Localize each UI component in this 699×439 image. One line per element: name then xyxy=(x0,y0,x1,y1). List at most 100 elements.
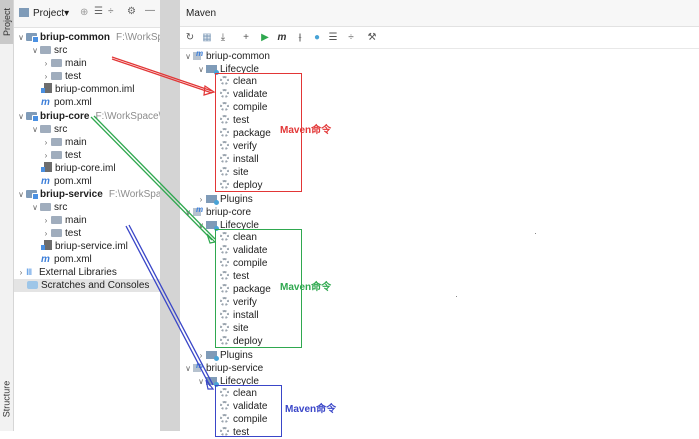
project-title: Project xyxy=(33,8,65,19)
tree-item-test[interactable]: › test xyxy=(41,227,81,240)
download-icon[interactable]: ⤓ xyxy=(217,32,229,44)
tree-item-label: pom.xml xyxy=(54,254,92,265)
annotation-label-red: Maven命令 xyxy=(280,125,332,136)
tree-item-label: briup-core xyxy=(40,111,90,122)
chevron-down-icon[interactable]: ∨ xyxy=(30,123,40,136)
tree-item-test[interactable]: › test xyxy=(41,70,81,83)
folder-icon xyxy=(51,59,62,67)
maven-module-label: briup-service xyxy=(206,363,264,374)
lifecycle-icon xyxy=(206,377,219,387)
run-icon[interactable]: ▶ xyxy=(259,32,271,44)
tree-item-label: briup-common.iml xyxy=(55,84,135,95)
chevron-down-icon[interactable]: ∨ xyxy=(183,362,193,375)
project-view-selector[interactable]: Project▾ xyxy=(33,8,69,19)
structure-tool-tab[interactable]: Structure xyxy=(0,370,13,428)
stray-dot xyxy=(535,233,536,234)
chevron-down-icon[interactable]: ∨ xyxy=(30,201,40,214)
panel-divider[interactable] xyxy=(160,0,180,431)
gear-icon[interactable]: ⚙ xyxy=(127,6,136,17)
tree-item-iml[interactable]: briup-core.iml xyxy=(41,162,116,175)
tree-item-pom[interactable]: m pom.xml xyxy=(41,253,92,266)
show-dependencies-icon[interactable]: ☰ xyxy=(327,32,339,44)
maven-file-icon: m xyxy=(41,254,50,265)
tree-item-label: main xyxy=(65,215,87,226)
tool-window-stripe: Project Structure xyxy=(0,0,14,431)
tree-item-briup-common[interactable]: ∨ briup-common F:\WorkSpac xyxy=(16,31,160,44)
chevron-down-icon[interactable]: ∨ xyxy=(16,31,26,44)
module-path: F:\WorkSpace xyxy=(108,189,160,200)
collapse-all-icon[interactable]: ☰ xyxy=(94,6,103,17)
tree-item-external-libraries[interactable]: › Ⅲ External Libraries xyxy=(16,266,117,279)
plugins-icon xyxy=(206,351,219,361)
chevron-right-icon[interactable]: › xyxy=(41,136,51,149)
project-tool-tab[interactable]: Project xyxy=(0,0,13,44)
collapse-all-icon[interactable]: ÷ xyxy=(345,32,357,44)
tree-item-pom[interactable]: m pom.xml xyxy=(41,175,92,188)
chevron-down-icon[interactable]: ∨ xyxy=(183,50,193,63)
tree-item-scratches[interactable]: Scratches and Consoles xyxy=(14,279,160,292)
module-folder-icon xyxy=(26,112,39,122)
tree-item-test[interactable]: › test xyxy=(41,149,81,162)
annotation-box-blue xyxy=(215,385,282,437)
chevron-right-icon[interactable]: › xyxy=(41,227,51,240)
chevron-down-icon[interactable]: ∨ xyxy=(30,44,40,57)
tree-item-label: main xyxy=(65,137,87,148)
maven-toolbar: ↻ ▦ ⤓ + ▶ m ⫲ ● ☰ ÷ ⚒ xyxy=(180,28,699,49)
tree-item-iml[interactable]: briup-common.iml xyxy=(41,83,135,96)
chevron-down-icon[interactable]: ∨ xyxy=(16,110,26,123)
chevron-right-icon[interactable]: › xyxy=(16,266,26,279)
lifecycle-icon xyxy=(206,65,219,75)
expand-icon[interactable]: ÷ xyxy=(108,6,114,17)
maven-module-icon xyxy=(193,203,203,216)
maven-module-icon xyxy=(193,47,203,60)
iml-file-icon xyxy=(41,240,52,250)
chevron-right-icon[interactable]: › xyxy=(41,70,51,83)
tree-item-briup-service[interactable]: ∨ briup-service F:\WorkSpace xyxy=(16,188,160,201)
maven-module-briup-service[interactable]: ∨ briup-service xyxy=(183,359,264,375)
chevron-down-icon[interactable]: ∨ xyxy=(183,206,193,219)
locate-icon[interactable]: ⊕ xyxy=(80,7,88,18)
tree-item-pom[interactable]: m pom.xml xyxy=(41,96,92,109)
tree-item-label: Scratches and Consoles xyxy=(41,280,150,291)
tree-item-iml[interactable]: briup-service.iml xyxy=(41,240,128,253)
structure-tab-label: Structure xyxy=(1,380,12,418)
tree-item-src[interactable]: ∨ src xyxy=(30,201,67,214)
generate-sources-icon[interactable]: ▦ xyxy=(201,32,213,44)
folder-icon xyxy=(51,216,62,224)
skip-tests-icon[interactable]: ● xyxy=(311,32,323,44)
chevron-down-icon[interactable]: ∨ xyxy=(196,219,206,232)
chevron-down-icon[interactable]: ∨ xyxy=(16,188,26,201)
maven-module-briup-core[interactable]: ∨ briup-core xyxy=(183,203,251,219)
folder-icon xyxy=(51,229,62,237)
tree-item-label: briup-common xyxy=(40,32,110,43)
chevron-right-icon[interactable]: › xyxy=(41,214,51,227)
tree-item-main[interactable]: › main xyxy=(41,214,87,227)
maven-module-briup-common[interactable]: ∨ briup-common xyxy=(183,47,270,63)
tree-item-briup-core[interactable]: ∨ briup-core F:\WorkSpace\ja xyxy=(16,110,160,123)
plugins-node[interactable]: › Plugins xyxy=(196,193,253,206)
chevron-right-icon[interactable]: › xyxy=(41,149,51,162)
tree-item-src[interactable]: ∨ src xyxy=(30,123,67,136)
wrench-icon[interactable]: ⚒ xyxy=(366,32,378,44)
chevron-right-icon[interactable]: › xyxy=(41,57,51,70)
add-icon[interactable]: + xyxy=(240,32,252,44)
module-folder-icon xyxy=(26,190,39,200)
maven-module-label: briup-common xyxy=(206,51,270,62)
tree-item-main[interactable]: › main xyxy=(41,136,87,149)
plugins-label: Plugins xyxy=(220,350,253,361)
chevron-down-icon[interactable]: ∨ xyxy=(196,375,206,388)
tree-item-main[interactable]: › main xyxy=(41,57,87,70)
maven-panel-title: Maven xyxy=(180,0,699,27)
stray-dot xyxy=(456,296,457,297)
toggle-offline-icon[interactable]: ⫲ xyxy=(294,32,306,44)
folder-icon xyxy=(40,125,51,133)
module-path: F:\WorkSpace\ja xyxy=(95,111,160,122)
execute-goal-icon[interactable]: m xyxy=(276,32,288,44)
tree-item-label: test xyxy=(65,228,82,239)
chevron-down-icon[interactable]: ∨ xyxy=(196,63,206,76)
plugins-node[interactable]: › Plugins xyxy=(196,349,253,362)
reload-icon[interactable]: ↻ xyxy=(184,32,196,44)
tree-item-label: test xyxy=(65,150,82,161)
tree-item-src[interactable]: ∨ src xyxy=(30,44,67,57)
hide-icon[interactable]: — xyxy=(145,5,155,16)
